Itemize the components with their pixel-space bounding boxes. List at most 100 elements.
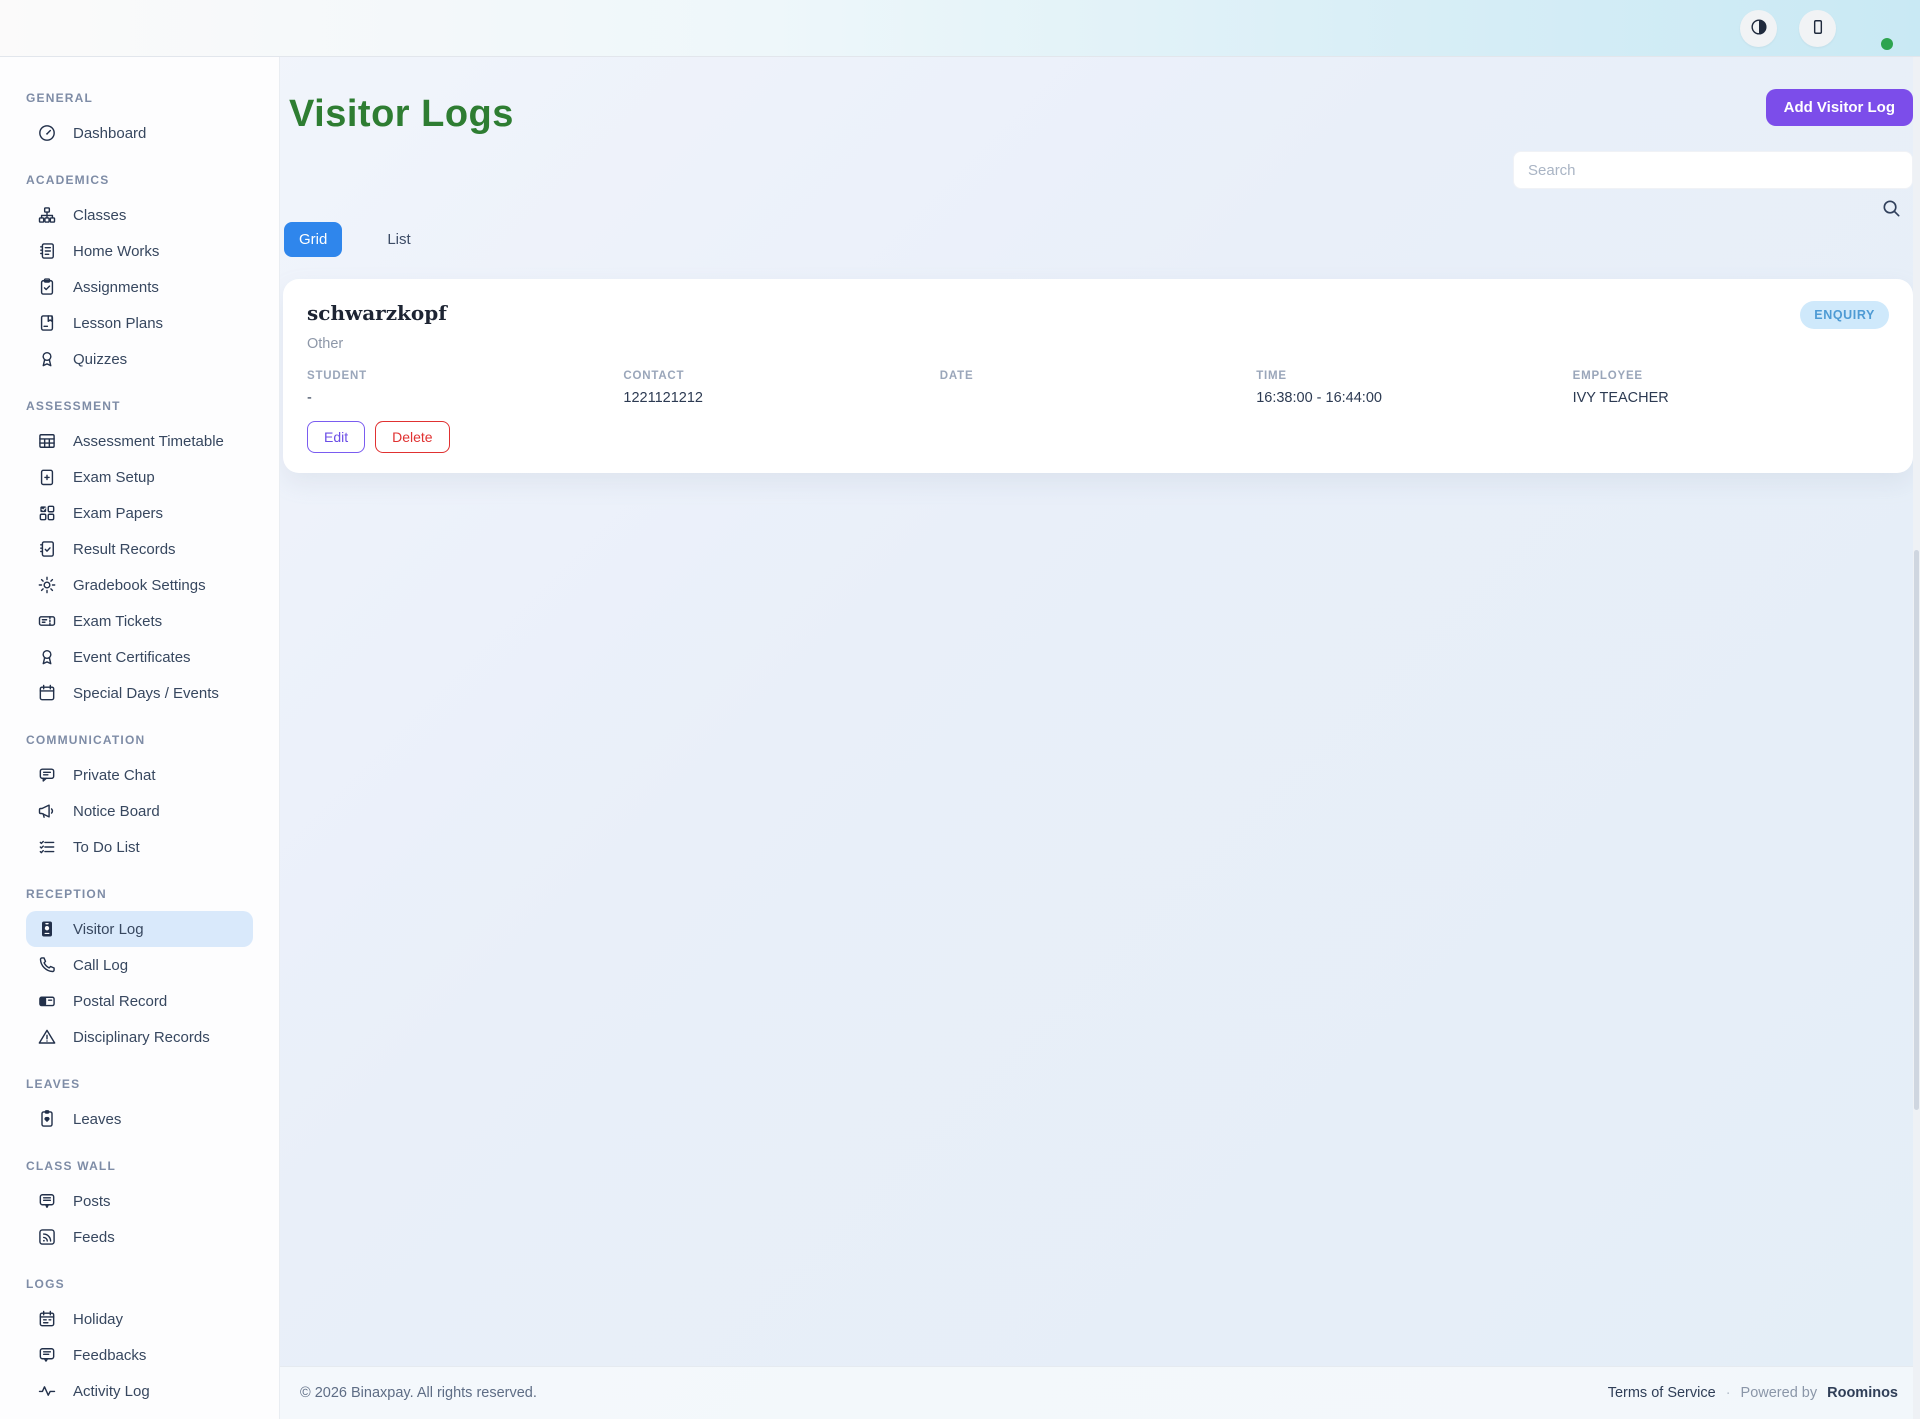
megaphone-icon [37,801,57,821]
sidebar-item-label: Result Records [73,541,176,558]
sidebar-item-lesson-plans[interactable]: Lesson Plans [26,305,253,341]
sidebar-item-quizzes[interactable]: Quizzes [26,341,253,377]
sidebar-item-label: Lesson Plans [73,315,163,332]
visitor-badge-icon [37,919,57,939]
view-tabs: Grid List [283,222,1913,257]
footer-separator: · [1726,1385,1731,1401]
lesson-book-icon [37,313,57,333]
sidebar-item-exam-tickets[interactable]: Exam Tickets [26,603,253,639]
sidebar-item-label: Holiday [73,1311,123,1328]
dashboard-icon [37,123,57,143]
sidebar-item-leaves[interactable]: Leaves [26,1101,253,1137]
sidebar: GENERAL Dashboard ACADEMICS Classes Home… [0,57,280,1419]
contrast-icon [1749,17,1769,40]
sidebar-item-label: Quizzes [73,351,127,368]
sidebar-item-feedbacks[interactable]: Feedbacks [26,1337,253,1373]
sidebar-item-label: Activity Log [73,1383,150,1400]
theme-toggle-button[interactable] [1740,10,1777,47]
sidebar-item-assessment-timetable[interactable]: Assessment Timetable [26,423,253,459]
chat-icon [37,765,57,785]
sidebar-item-exam-papers[interactable]: Exam Papers [26,495,253,531]
sidebar-item-label: Exam Setup [73,469,155,486]
post-icon [37,1191,57,1211]
field-label-date: DATE [940,370,1256,382]
footer: © 2026 Binaxpay. All rights reserved. Te… [280,1366,1920,1419]
card-field: CONTACT 1221121212 [623,370,939,407]
sidebar-section-academics: ACADEMICS [26,173,253,187]
sidebar-item-holiday[interactable]: Holiday [26,1301,253,1337]
powered-by-text: Powered by [1741,1385,1818,1401]
scrollbar-track[interactable] [1913,57,1920,1419]
sidebar-item-event-certificates[interactable]: Event Certificates [26,639,253,675]
sidebar-item-dashboard[interactable]: Dashboard [26,115,253,151]
ticket-icon [37,611,57,631]
delete-button[interactable]: Delete [375,421,449,453]
search-icon[interactable] [1880,197,1903,220]
sidebar-item-label: Assessment Timetable [73,433,224,450]
field-value-date [940,390,1256,407]
search-input[interactable] [1513,151,1913,189]
sidebar-item-posts[interactable]: Posts [26,1183,253,1219]
clipboard-plus-icon [37,467,57,487]
field-label-student: STUDENT [307,370,623,382]
sidebar-item-label: Classes [73,207,126,224]
sidebar-item-label: Feedbacks [73,1347,146,1364]
sidebar-item-exam-setup[interactable]: Exam Setup [26,459,253,495]
edit-button[interactable]: Edit [307,421,365,453]
table-icon [37,431,57,451]
sitemap-icon [37,205,57,225]
brand-name: Roominos [1827,1385,1898,1401]
field-label-time: TIME [1256,370,1572,382]
sidebar-item-notice-board[interactable]: Notice Board [26,793,253,829]
field-value-student: - [307,390,623,407]
rss-icon [37,1227,57,1247]
sidebar-item-assignments[interactable]: Assignments [26,269,253,305]
sidebar-item-label: Dashboard [73,125,146,142]
sidebar-item-activity-log[interactable]: Activity Log [26,1373,253,1409]
clipboard-check-icon [37,277,57,297]
status-badge: ENQUIRY [1800,301,1889,329]
sidebar-item-result-records[interactable]: Result Records [26,531,253,567]
sidebar-item-label: Visitor Log [73,921,144,938]
sidebar-item-visitor-log[interactable]: Visitor Log [26,911,253,947]
main-content: Visitor Logs Add Visitor Log Grid List s… [280,57,1920,1366]
card-field: EMPLOYEE IVY TEACHER [1573,370,1889,407]
sidebar-item-private-chat[interactable]: Private Chat [26,757,253,793]
tab-grid[interactable]: Grid [284,222,342,257]
page-title: Visitor Logs [289,93,514,136]
sidebar-item-label: Notice Board [73,803,160,820]
sidebar-item-label: Feeds [73,1229,115,1246]
certificate-icon [37,647,57,667]
sidebar-item-label: Exam Papers [73,505,163,522]
warning-icon [37,1027,57,1047]
sidebar-item-feeds[interactable]: Feeds [26,1219,253,1255]
medal-icon [37,349,57,369]
sidebar-item-home-works[interactable]: Home Works [26,233,253,269]
mobile-icon [1808,17,1828,40]
tab-list[interactable]: List [372,222,425,257]
sidebar-section-assessment: ASSESSMENT [26,399,253,413]
gear-icon [37,575,57,595]
sidebar-section-logs: LOGS [26,1277,253,1291]
sidebar-item-to-do-list[interactable]: To Do List [26,829,253,865]
sidebar-section-leaves: LEAVES [26,1077,253,1091]
sidebar-item-special-days-events[interactable]: Special Days / Events [26,675,253,711]
sidebar-item-disciplinary-records[interactable]: Disciplinary Records [26,1019,253,1055]
sidebar-item-label: Event Certificates [73,649,191,666]
sidebar-item-postal-record[interactable]: Postal Record [26,983,253,1019]
sidebar-item-label: To Do List [73,839,140,856]
notebook-icon [37,241,57,261]
sidebar-item-label: Leaves [73,1111,121,1128]
sidebar-section-communication: COMMUNICATION [26,733,253,747]
sidebar-item-label: Disciplinary Records [73,1029,210,1046]
card-field: TIME 16:38:00 - 16:44:00 [1256,370,1572,407]
sidebar-item-label: Assignments [73,279,159,296]
sidebar-item-gradebook-settings[interactable]: Gradebook Settings [26,567,253,603]
device-view-button[interactable] [1799,10,1836,47]
sidebar-item-call-log[interactable]: Call Log [26,947,253,983]
add-visitor-log-button[interactable]: Add Visitor Log [1766,89,1913,126]
terms-of-service-link[interactable]: Terms of Service [1608,1385,1716,1401]
sidebar-item-classes[interactable]: Classes [26,197,253,233]
sidebar-item-label: Special Days / Events [73,685,219,702]
scrollbar-thumb[interactable] [1914,550,1919,1110]
